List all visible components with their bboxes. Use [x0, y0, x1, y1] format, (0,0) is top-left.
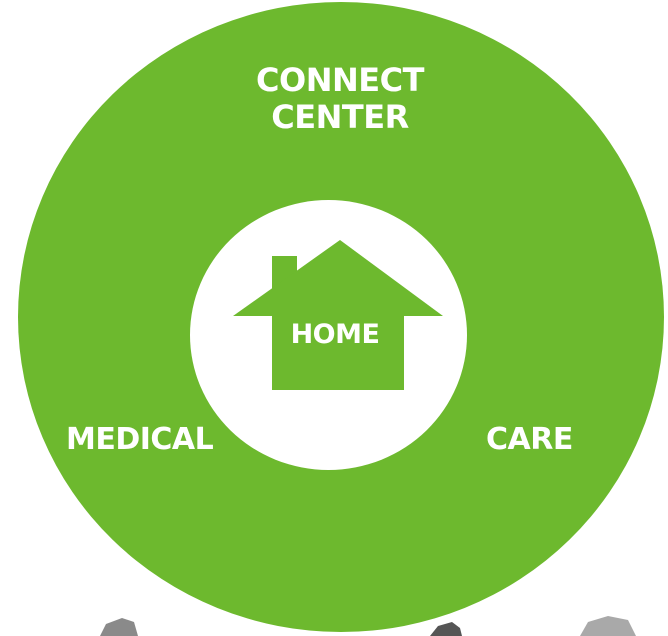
- care-label: CARE: [486, 422, 573, 457]
- connect-center-label: CONNECT CENTER: [240, 62, 440, 136]
- house-icon: [233, 240, 443, 390]
- decorative-bottom-shapes: [100, 616, 636, 636]
- medical-label: MEDICAL: [66, 422, 214, 457]
- home-label: HOME: [290, 319, 380, 350]
- connect-center-label-line2: CENTER: [271, 98, 409, 136]
- connect-center-label-line1: CONNECT: [256, 61, 424, 99]
- diagram-stage: CONNECT CENTER MEDICAL CARE HOME: [0, 0, 668, 636]
